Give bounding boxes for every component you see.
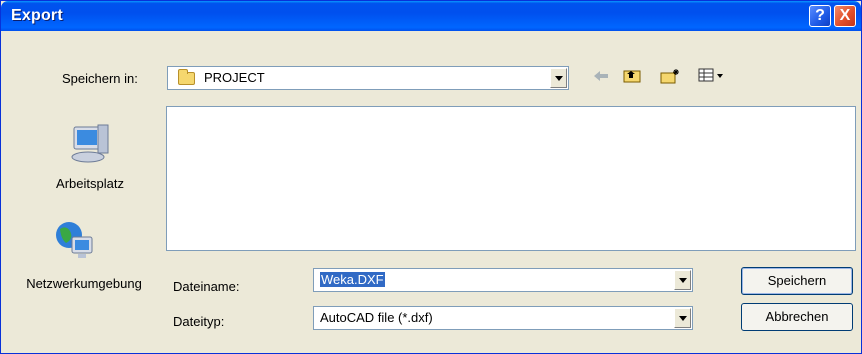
up-folder-button[interactable] — [621, 68, 643, 88]
arrow-left-icon — [594, 71, 608, 81]
back-button[interactable] — [590, 68, 612, 88]
view-menu-button[interactable] — [697, 68, 727, 88]
places-item-my-computer[interactable]: Arbeitsplatz — [25, 121, 155, 201]
places-label-my-computer: Arbeitsplatz — [56, 176, 124, 191]
save-in-label: Speichern in: — [62, 71, 138, 86]
export-dialog: Export ? X Speichern in: PROJECT Arbeits… — [0, 0, 862, 354]
filename-label: Dateiname: — [173, 279, 240, 294]
save-in-combobox[interactable]: PROJECT — [167, 66, 569, 90]
folder-up-icon — [623, 70, 641, 83]
chevron-down-icon[interactable] — [674, 308, 691, 328]
filename-input[interactable]: Weka.DXF — [313, 268, 693, 292]
view-menu-icon — [698, 68, 723, 82]
filename-value: Weka.DXF — [320, 272, 385, 287]
chevron-down-icon[interactable] — [674, 270, 691, 290]
places-item-network[interactable]: Netzwerkumgebung — [9, 219, 142, 309]
filetype-select[interactable]: AutoCAD file (*.dxf) — [313, 306, 693, 330]
save-button[interactable]: Speichern — [741, 267, 853, 295]
network-places-icon — [56, 222, 93, 258]
title-bar[interactable]: Export ? X — [1, 1, 861, 31]
new-folder-button[interactable] — [659, 68, 681, 88]
filetype-value: AutoCAD file (*.dxf) — [320, 310, 433, 325]
folder-icon — [178, 69, 195, 85]
cancel-button[interactable]: Abbrechen — [741, 303, 853, 331]
new-folder-icon — [660, 69, 679, 84]
help-button[interactable]: ? — [809, 5, 831, 27]
file-list[interactable] — [166, 106, 856, 251]
my-computer-icon — [71, 124, 109, 163]
close-button[interactable]: X — [834, 5, 856, 27]
window-title: Export — [11, 7, 63, 24]
save-in-value: PROJECT — [204, 70, 265, 85]
places-label-network: Netzwerkumgebung — [26, 276, 142, 291]
filetype-label: Dateityp: — [173, 314, 225, 329]
chevron-down-icon[interactable] — [550, 68, 567, 88]
